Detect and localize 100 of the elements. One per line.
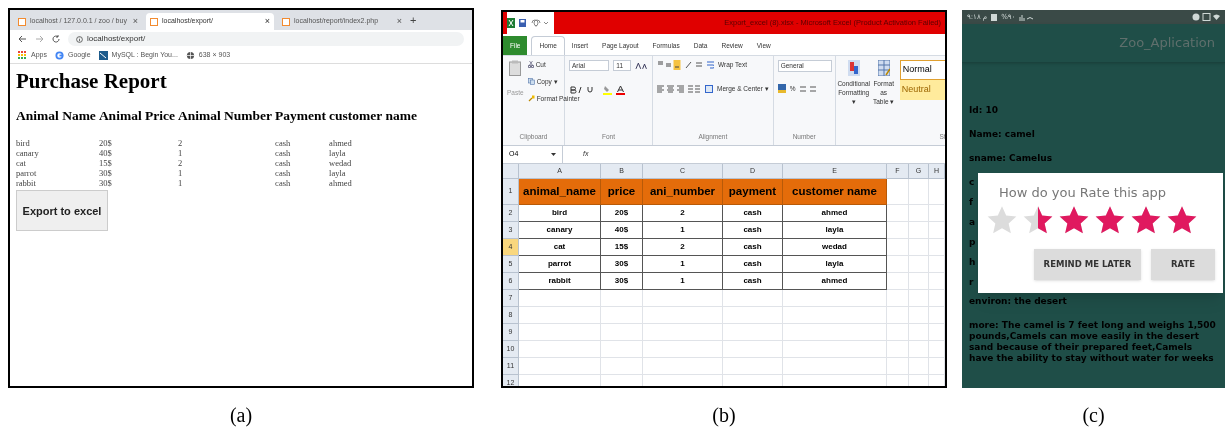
new-tab-button[interactable]: + (410, 11, 417, 28)
decimal-buttons-icon[interactable] (799, 84, 818, 93)
figure-caption: (b) (712, 403, 736, 428)
empty-cell[interactable] (887, 307, 909, 324)
table-cell-text: parrot (16, 168, 38, 179)
wrap-text-icon[interactable] (707, 61, 714, 69)
empty-cell[interactable] (601, 290, 643, 307)
dialog-button[interactable]: REMIND ME LATER (1034, 248, 1141, 280)
empty-cell[interactable] (909, 307, 929, 324)
star-icon[interactable] (1166, 204, 1198, 235)
clipboard-icon[interactable] (509, 60, 522, 76)
page-icon (18, 17, 26, 26)
empty-cell[interactable] (601, 324, 643, 341)
neutral-style-button[interactable]: Neutral (899, 80, 945, 100)
caret-icon[interactable] (551, 153, 556, 156)
font-color-icon[interactable] (616, 85, 625, 95)
empty-cell[interactable] (723, 358, 783, 375)
empty-cell[interactable] (909, 222, 929, 239)
empty-cell[interactable] (643, 358, 723, 375)
empty-cell[interactable] (601, 307, 643, 324)
dialog-button[interactable]: RATE (1151, 248, 1215, 280)
table-format-icon[interactable] (877, 60, 890, 76)
empty-cell[interactable] (723, 307, 783, 324)
empty-cell[interactable] (887, 341, 909, 358)
star-icon[interactable] (1022, 204, 1054, 235)
table-cell: 1 (643, 222, 723, 239)
empty-cell[interactable] (909, 324, 929, 341)
empty-cell[interactable] (643, 307, 723, 324)
empty-cell[interactable] (909, 273, 929, 290)
align-buttons-icon[interactable] (657, 84, 701, 93)
normal-style-button[interactable]: Normal (899, 60, 945, 80)
empty-cell[interactable] (601, 341, 643, 358)
table-cell-text: 30$ (98, 168, 113, 179)
export-button[interactable]: Export to excel (16, 190, 108, 232)
figure-caption: (c) (1082, 403, 1105, 429)
table-cell: canary (519, 222, 601, 239)
empty-cell[interactable] (929, 341, 945, 358)
star-icon[interactable] (986, 204, 1018, 235)
back-arrow-icon[interactable] (18, 35, 27, 43)
vertical-align-icon[interactable] (657, 60, 681, 70)
brush-icon[interactable] (527, 94, 535, 102)
currency-icon[interactable] (777, 84, 786, 94)
empty-cell[interactable] (783, 307, 887, 324)
empty-cell[interactable] (929, 256, 945, 273)
table-cell-text: 30$ (98, 178, 113, 189)
empty-cell[interactable] (929, 205, 945, 222)
table-cell: cash (723, 256, 783, 273)
font-grow-shrink-icon[interactable] (634, 61, 648, 70)
empty-cell[interactable] (723, 341, 783, 358)
empty-cell[interactable] (601, 358, 643, 375)
star-icon[interactable] (1094, 204, 1126, 235)
empty-cell[interactable] (909, 239, 929, 256)
empty-cell[interactable] (929, 358, 945, 375)
empty-cell[interactable] (723, 324, 783, 341)
empty-cell[interactable] (929, 324, 945, 341)
column-header: Payment (275, 107, 328, 125)
empty-cell[interactable] (783, 290, 887, 307)
tab-close-button[interactable]: × (264, 14, 270, 29)
select-all-corner[interactable] (503, 164, 519, 179)
empty-cell[interactable] (887, 324, 909, 341)
empty-cell[interactable] (929, 239, 945, 256)
address-bar[interactable]: localhost/export/ (68, 32, 464, 46)
tab-close-button[interactable]: × (396, 14, 402, 29)
empty-cell[interactable] (909, 358, 929, 375)
fill-color-icon[interactable] (603, 85, 612, 95)
undo-redo-icon[interactable] (530, 19, 550, 27)
empty-cell[interactable] (783, 358, 887, 375)
column-header: Animal Number (178, 107, 274, 125)
page-heading: Purchase Report (16, 68, 168, 94)
merge-icon[interactable] (705, 84, 713, 93)
empty-cell[interactable] (929, 273, 945, 290)
save-icon[interactable] (519, 19, 526, 27)
copy-icon[interactable] (527, 78, 535, 86)
forward-arrow-icon[interactable] (35, 35, 44, 43)
scissors-icon[interactable] (527, 61, 534, 69)
table-cell: ahmed (783, 205, 887, 222)
empty-cell[interactable] (783, 324, 887, 341)
empty-cell[interactable] (887, 358, 909, 375)
empty-cell[interactable] (723, 290, 783, 307)
table-cell: parrot (519, 256, 601, 273)
reload-icon[interactable] (52, 35, 60, 43)
empty-cell[interactable] (929, 222, 945, 239)
empty-cell[interactable] (887, 290, 909, 307)
empty-cell[interactable] (909, 341, 929, 358)
conditional-formatting-icon[interactable] (847, 60, 860, 76)
empty-cell[interactable] (929, 307, 945, 324)
google-g-icon (54, 51, 64, 60)
empty-cell[interactable] (909, 205, 929, 222)
tab-close-button[interactable]: × (132, 14, 138, 29)
empty-cell[interactable] (643, 324, 723, 341)
orientation-icon[interactable] (685, 61, 703, 69)
star-icon[interactable] (1058, 204, 1090, 235)
empty-cell[interactable] (643, 341, 723, 358)
empty-cell[interactable] (783, 341, 887, 358)
empty-cell[interactable] (909, 256, 929, 273)
empty-cell[interactable] (643, 290, 723, 307)
empty-cell[interactable] (909, 290, 929, 307)
empty-cell[interactable] (929, 290, 945, 307)
star-icon[interactable] (1130, 204, 1162, 235)
battery-icon (991, 13, 998, 21)
